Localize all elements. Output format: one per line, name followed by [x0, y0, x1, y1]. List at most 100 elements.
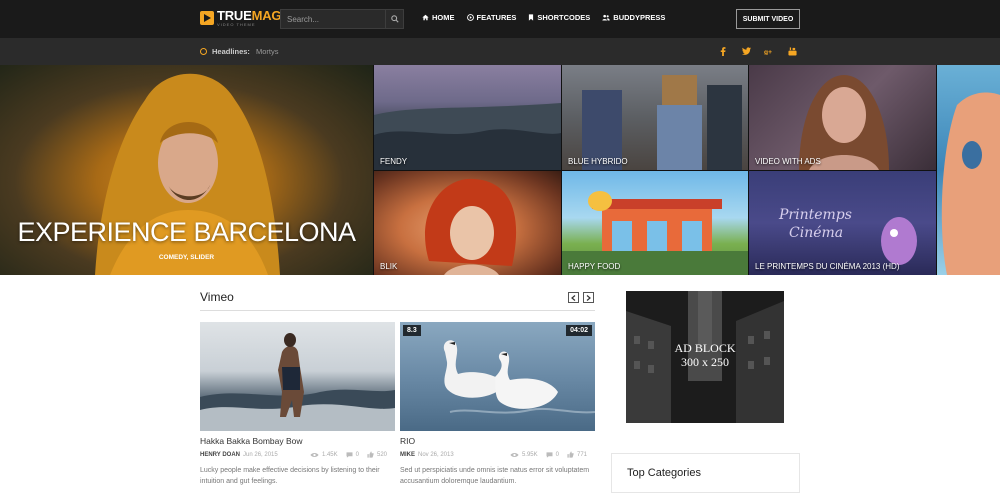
search-box — [280, 9, 404, 29]
hero-tile-printemps-cinema-image: Printemps Cinéma — [778, 207, 917, 265]
search-input[interactable] — [281, 10, 385, 28]
video-date: Jun 26, 2015 — [243, 452, 278, 458]
submit-video-button[interactable]: SUBMIT VIDEO — [736, 9, 800, 29]
eye-icon — [510, 452, 519, 457]
video-thumbnail[interactable]: 8.3 04:02 — [400, 322, 595, 431]
chevron-right-icon — [586, 294, 591, 301]
ad-block-size: 300 x 250 — [681, 355, 729, 369]
twitter-icon[interactable] — [741, 46, 751, 56]
main-nav: HOME FEATURES SHORTCODES BUDDYPRESS — [422, 13, 665, 22]
top-categories-title: Top Categories — [627, 467, 701, 479]
svg-text:g+: g+ — [764, 49, 772, 55]
next-button[interactable] — [583, 292, 594, 303]
video-likes: 771 — [576, 451, 587, 458]
thumbs-up-icon — [367, 451, 374, 458]
nav-buddypress[interactable]: BUDDYPRESS — [602, 13, 665, 22]
logo-tagline: VIDEO THEME — [217, 22, 256, 27]
hero-tile-blik-image — [425, 178, 517, 275]
hero-tile-happy-food-image — [562, 191, 748, 275]
hero-main-categories: COMEDY, SLIDER — [158, 254, 215, 261]
hero-main-tile[interactable]: EXPERIENCE BARCELONA COMEDY, SLIDER — [0, 65, 373, 275]
svg-text:Cinéma: Cinéma — [789, 225, 843, 241]
svg-text:Printemps: Printemps — [778, 207, 852, 223]
home-icon — [422, 14, 429, 21]
video-thumbnail-image — [443, 340, 595, 414]
video-description: Lucky people make effective decisions by… — [200, 467, 380, 485]
headlines-icon — [200, 48, 207, 55]
video-meta: HENRY DOAN Jun 26, 2015 1.45K 0 520 — [200, 451, 395, 459]
nav-features[interactable]: FEATURES — [466, 13, 517, 22]
hero-main-title: EXPERIENCE BARCELONA — [17, 217, 356, 247]
eye-icon — [310, 452, 319, 457]
video-description: Sed ut perspiciatis unde omnis iste natu… — [400, 467, 590, 485]
video-date: Nov 26, 2013 — [418, 452, 454, 458]
hero-tile-fendy[interactable]: FENDY — [374, 65, 561, 170]
hero-tile-label: BLUE HYBRIDO — [568, 157, 628, 166]
video-rating-badge: 8.3 — [403, 325, 421, 336]
headlines-label: Headlines: — [212, 47, 250, 56]
comment-icon — [346, 451, 353, 458]
hero-tile-blik[interactable]: BLIK — [374, 171, 561, 275]
hero-tile-happy-food[interactable]: HAPPY FOOD — [562, 171, 748, 275]
chevron-left-icon — [571, 294, 576, 301]
video-card: Hakka Bakka Bombay Bow HENRY DOAN Jun 26… — [200, 322, 395, 487]
nav-buddypress-label: BUDDYPRESS — [613, 13, 666, 22]
headlines-bar: Headlines: Mortys g+ — [0, 38, 1000, 65]
logo-play-icon — [200, 11, 214, 25]
hero-tile-blue-hybrido[interactable]: BLUE HYBRIDO — [562, 65, 748, 170]
video-likes: 520 — [376, 451, 387, 458]
video-duration-badge: 04:02 — [566, 325, 592, 336]
featured-slider: EXPERIENCE BARCELONA COMEDY, SLIDER FEND… — [0, 65, 1000, 275]
video-views: 5.95K — [521, 451, 538, 458]
comment-icon — [546, 451, 553, 458]
facebook-icon[interactable] — [718, 46, 728, 56]
hero-tile-video-with-ads[interactable]: VIDEO WITH ADS — [749, 65, 936, 170]
hero-tile-label: FENDY — [380, 157, 408, 166]
hero-tile-label: BLIK — [380, 262, 398, 271]
hero-tile-label: VIDEO WITH ADS — [755, 157, 821, 166]
search-button[interactable] — [385, 10, 403, 28]
video-stats: 5.95K 0 771 — [510, 451, 587, 458]
video-author[interactable]: HENRY DOAN — [200, 452, 240, 458]
logo-name-part2: MAG — [251, 8, 282, 23]
hero-tile-fendy-image — [374, 103, 561, 170]
prev-button[interactable] — [568, 292, 579, 303]
video-title[interactable]: Hakka Bakka Bombay Bow — [200, 436, 395, 446]
video-card: 8.3 04:02 RIO MIKE Nov 26, 2013 5.95K 0 … — [400, 322, 595, 487]
nav-shortcodes[interactable]: SHORTCODES — [528, 13, 590, 22]
video-meta: MIKE Nov 26, 2013 5.95K 0 771 — [400, 451, 595, 459]
hero-tile-edge[interactable] — [937, 65, 1000, 275]
logo-name-part1: TRUE — [217, 8, 252, 23]
hero-tile-blue-hybrido-image — [582, 75, 742, 170]
top-bar: TRUEMAG VIDEO THEME HOME FEATURES SHORTC… — [0, 0, 1000, 38]
hero-tile-video-with-ads-image — [799, 75, 889, 170]
bookmark-icon — [529, 14, 534, 21]
video-views: 1.45K — [321, 451, 338, 458]
google-plus-icon[interactable]: g+ — [764, 46, 774, 56]
hero-tile-label: HAPPY FOOD — [568, 262, 621, 271]
video-thumbnail[interactable] — [200, 322, 395, 431]
video-stats: 1.45K 0 520 — [310, 451, 387, 458]
section-divider — [200, 310, 595, 311]
site-logo[interactable]: TRUEMAG VIDEO THEME — [200, 8, 282, 27]
vimeo-section-title: Vimeo — [200, 290, 234, 304]
thumbs-up-icon — [567, 451, 574, 458]
video-thumbnail-image — [200, 333, 395, 431]
youtube-icon[interactable] — [787, 46, 797, 56]
search-icon — [390, 15, 399, 23]
headlines-link[interactable]: Mortys — [256, 47, 279, 56]
hero-tile-edge-image — [941, 92, 1000, 275]
video-author[interactable]: MIKE — [400, 452, 415, 458]
users-icon — [602, 14, 610, 21]
nav-shortcodes-label: SHORTCODES — [537, 13, 591, 22]
top-categories-widget: Top Categories — [611, 453, 800, 493]
nav-features-label: FEATURES — [476, 13, 517, 22]
video-comments: 0 — [555, 451, 559, 458]
circle-play-icon — [466, 14, 474, 21]
ad-block-title: AD BLOCK — [674, 341, 736, 355]
ad-block[interactable]: AD BLOCK 300 x 250 — [626, 291, 784, 423]
hero-tile-printemps-cinema[interactable]: Printemps Cinéma LE PRINTEMPS DU CINÉMA … — [749, 171, 936, 275]
hero-tile-label: LE PRINTEMPS DU CINÉMA 2013 (HD) — [755, 262, 900, 271]
video-title[interactable]: RIO — [400, 436, 595, 446]
nav-home[interactable]: HOME — [422, 13, 455, 22]
